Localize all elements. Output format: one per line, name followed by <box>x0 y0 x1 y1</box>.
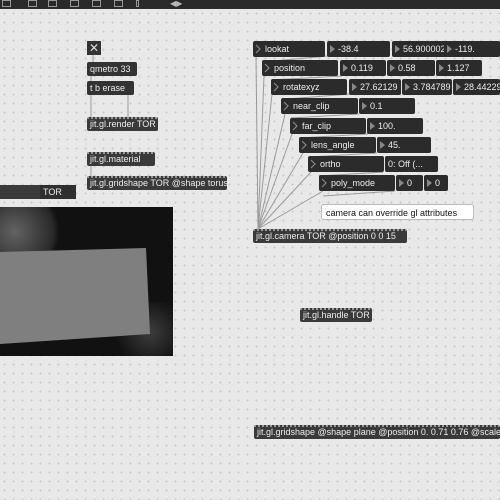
trigger-object[interactable]: t b erase <box>87 81 134 95</box>
camera-object[interactable]: jit.gl.camera TOR @position 0 0 15 <box>253 229 407 243</box>
position-y-number[interactable]: 0.58 <box>387 60 435 76</box>
plane-shape <box>0 248 150 344</box>
poly-mode-back-number[interactable]: 0 <box>424 175 448 191</box>
ortho-message[interactable]: ortho <box>308 156 384 172</box>
lens-angle-number[interactable]: 45. <box>377 137 431 153</box>
close-icon: ✕ <box>88 41 100 55</box>
info-icon[interactable] <box>136 0 139 7</box>
number-icon[interactable] <box>92 0 101 7</box>
message-icon[interactable] <box>70 0 79 7</box>
near-clip-number[interactable]: 0.1 <box>359 98 415 114</box>
object-icon[interactable] <box>48 0 57 7</box>
position-z-number[interactable]: 1.127 <box>436 60 482 76</box>
rotatexyz-y-number[interactable]: 3.784789 <box>402 79 452 95</box>
position-message[interactable]: position <box>262 60 338 76</box>
lookat-x-number[interactable]: -38.4 <box>327 41 390 57</box>
handle-object[interactable]: jit.gl.handle TOR <box>300 308 372 322</box>
window-title: TOR <box>40 185 76 199</box>
arrow-icon[interactable]: ◀▶ <box>170 0 182 8</box>
lock-icon[interactable] <box>2 0 11 7</box>
render-preview <box>0 207 173 356</box>
gridshape-plane-object[interactable]: jit.gl.gridshape @shape plane @position … <box>254 425 500 439</box>
lens-angle-message[interactable]: lens_angle <box>299 137 376 153</box>
lookat-y-number[interactable]: 56.900002 <box>392 41 452 57</box>
poly-mode-front-number[interactable]: 0 <box>396 175 423 191</box>
grid-icon[interactable] <box>28 0 37 7</box>
toggle-button[interactable]: ✕ <box>87 41 101 55</box>
lookat-z-number[interactable]: -119. <box>444 41 500 57</box>
toolbar: ◀▶ <box>0 0 500 9</box>
gridshape-torus-object[interactable]: jit.gl.gridshape TOR @shape torus <box>87 176 227 190</box>
near-clip-message[interactable]: near_clip <box>281 98 358 114</box>
material-object[interactable]: jit.gl.material <box>87 152 155 166</box>
rotatexyz-z-number[interactable]: 28.442291 <box>453 79 500 95</box>
qmetro-object[interactable]: qmetro 33 <box>87 62 137 76</box>
lookat-message[interactable]: lookat <box>253 41 325 57</box>
poly-mode-message[interactable]: poly_mode <box>319 175 395 191</box>
comment-icon[interactable] <box>114 0 123 7</box>
render-object[interactable]: jit.gl.render TOR <box>87 117 158 131</box>
rotatexyz-x-number[interactable]: 27.62129 <box>349 79 401 95</box>
position-x-number[interactable]: 0.119 <box>340 60 386 76</box>
far-clip-number[interactable]: 100. <box>367 118 423 134</box>
ortho-menu[interactable]: 0: Off (... <box>385 156 438 172</box>
far-clip-message[interactable]: far_clip <box>290 118 366 134</box>
rotatexyz-message[interactable]: rotatexyz <box>271 79 347 95</box>
comment-box: camera can override gl attributes <box>321 204 474 220</box>
